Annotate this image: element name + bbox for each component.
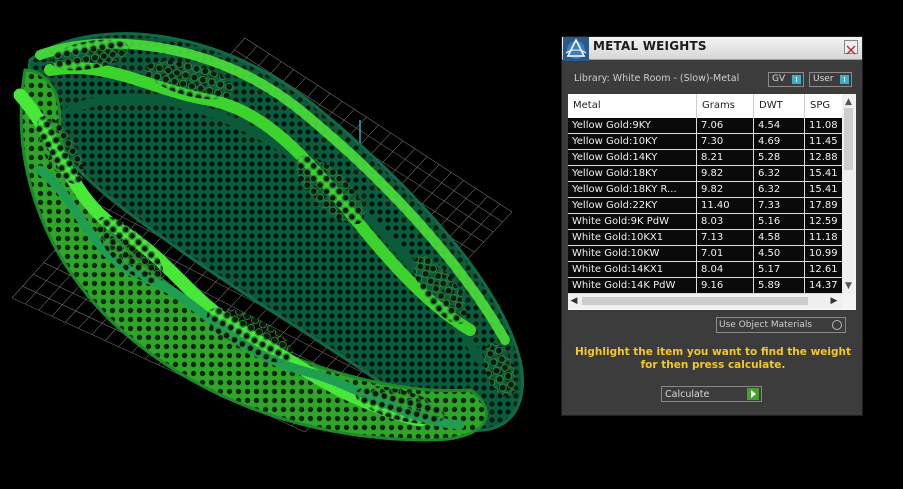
cell-grams: 9.82 xyxy=(697,166,754,181)
table-row[interactable]: Yellow Gold:18KY 9.82 6.32 15.41 xyxy=(568,166,842,182)
cell-dwt: 4.69 xyxy=(754,134,805,149)
instruction-text: Highlight the item you want to find the … xyxy=(570,346,856,372)
calculate-label: Calculate xyxy=(665,389,710,400)
cell-metal: White Gold:14KX1 xyxy=(568,262,697,277)
panel-title: METAL WEIGHTS xyxy=(593,39,707,53)
use-object-materials-label: Use Object Materials xyxy=(719,320,813,330)
cell-spg: 15.41 xyxy=(805,182,842,197)
bangle-model[interactable] xyxy=(13,32,524,442)
cell-dwt: 5.17 xyxy=(754,262,805,277)
cell-dwt: 5.16 xyxy=(754,214,805,229)
column-header-metal[interactable]: Metal xyxy=(568,94,697,118)
table-header: Metal Grams DWT SPG xyxy=(568,94,854,118)
cell-metal: White Gold:9K PdW xyxy=(568,214,697,229)
cell-metal: Yellow Gold:9KY xyxy=(568,118,697,133)
library-label: Library: White Room - (Slow)-Metal xyxy=(574,73,740,84)
cell-dwt: 7.33 xyxy=(754,198,805,213)
radio-icon[interactable] xyxy=(832,320,842,330)
cell-spg: 12.88 xyxy=(805,150,842,165)
column-header-grams[interactable]: Grams xyxy=(697,94,754,118)
cell-dwt: 4.54 xyxy=(754,118,805,133)
cell-metal: Yellow Gold:18KY xyxy=(568,166,697,181)
cell-dwt: 6.32 xyxy=(754,166,805,181)
gv-toggle-label: GV xyxy=(772,74,786,84)
table-body: Yellow Gold:9KY 7.06 4.54 11.08 Yellow Gold:… xyxy=(568,118,842,294)
column-header-dwt[interactable]: DWT xyxy=(754,94,805,118)
cell-grams: 8.21 xyxy=(697,150,754,165)
cell-dwt: 5.89 xyxy=(754,278,805,293)
calculate-button[interactable]: Calculate xyxy=(661,386,762,402)
cell-metal: Yellow Gold:18KY R... xyxy=(568,182,697,197)
cell-metal: Yellow Gold:22KY xyxy=(568,198,697,213)
cell-metal: Yellow Gold:10KY xyxy=(568,134,697,149)
play-icon xyxy=(747,388,759,400)
gv-toggle[interactable]: GV xyxy=(768,72,804,87)
table-row[interactable]: White Gold:14K PdW 9.16 5.89 14.37 xyxy=(568,278,842,294)
cell-metal: White Gold:10KW xyxy=(568,246,697,261)
vertical-scrollbar[interactable]: ▲ ▼ xyxy=(842,94,855,294)
horizontal-scroll-thumb[interactable] xyxy=(582,297,808,305)
cell-spg: 17.89 xyxy=(805,198,842,213)
viewport-canvas[interactable] xyxy=(0,0,560,485)
triangle-logo-icon xyxy=(563,37,589,61)
cell-spg: 15.41 xyxy=(805,166,842,181)
cell-metal: White Gold:10KX1 xyxy=(568,230,697,245)
cell-spg: 14.37 xyxy=(805,278,842,293)
vertical-scroll-thumb[interactable] xyxy=(844,108,853,170)
metal-table[interactable]: Metal Grams DWT SPG Yellow Gold:9KY 7.06 4… xyxy=(568,94,856,310)
3d-viewport[interactable] xyxy=(0,0,560,485)
scroll-up-icon[interactable]: ▲ xyxy=(842,96,855,108)
toggle-knob-icon xyxy=(840,75,849,84)
table-row[interactable]: Yellow Gold:18KY R... 9.82 6.32 15.41 xyxy=(568,182,842,198)
table-row[interactable]: Yellow Gold:14KY 8.21 5.28 12.88 xyxy=(568,150,842,166)
table-row[interactable]: White Gold:14KX1 8.04 5.17 12.61 xyxy=(568,262,842,278)
cell-spg: 11.08 xyxy=(805,118,842,133)
table-row[interactable]: Yellow Gold:22KY 11.40 7.33 17.89 xyxy=(568,198,842,214)
cell-spg: 10.99 xyxy=(805,246,842,261)
table-row[interactable]: Yellow Gold:9KY 7.06 4.54 11.08 xyxy=(568,118,842,134)
cell-dwt: 4.50 xyxy=(754,246,805,261)
scroll-left-icon[interactable]: ◀ xyxy=(568,294,580,308)
cell-grams: 7.13 xyxy=(697,230,754,245)
cell-dwt: 4.58 xyxy=(754,230,805,245)
cell-grams: 7.06 xyxy=(697,118,754,133)
metal-weights-panel: METAL WEIGHTS Library: White Room - (Slo… xyxy=(561,36,863,416)
cell-grams: 7.01 xyxy=(697,246,754,261)
cell-spg: 12.59 xyxy=(805,214,842,229)
toggle-knob-icon xyxy=(792,75,801,84)
table-row[interactable]: White Gold:9K PdW 8.03 5.16 12.59 xyxy=(568,214,842,230)
scroll-down-icon[interactable]: ▼ xyxy=(842,280,855,292)
cell-metal: White Gold:14K PdW xyxy=(568,278,697,293)
cell-grams: 8.03 xyxy=(697,214,754,229)
table-row[interactable]: White Gold:10KW 7.01 4.50 10.99 xyxy=(568,246,842,262)
cell-dwt: 6.32 xyxy=(754,182,805,197)
scroll-right-icon[interactable]: ▶ xyxy=(828,294,840,308)
user-toggle-label: User xyxy=(813,74,834,84)
table-row[interactable]: Yellow Gold:10KY 7.30 4.69 11.45 xyxy=(568,134,842,150)
cell-grams: 8.04 xyxy=(697,262,754,277)
cell-spg: 11.45 xyxy=(805,134,842,149)
cell-metal: Yellow Gold:14KY xyxy=(568,150,697,165)
use-object-materials-option[interactable]: Use Object Materials xyxy=(716,317,846,333)
column-header-spg[interactable]: SPG xyxy=(805,94,845,118)
table-row[interactable]: White Gold:10KX1 7.13 4.58 11.18 xyxy=(568,230,842,246)
panel-titlebar[interactable]: METAL WEIGHTS xyxy=(562,37,862,61)
cell-spg: 12.61 xyxy=(805,262,842,277)
cell-grams: 9.82 xyxy=(697,182,754,197)
user-toggle[interactable]: User xyxy=(809,72,852,87)
instruction-line-2: for then press calculate. xyxy=(640,359,786,371)
horizontal-scrollbar[interactable]: ◀ ▶ xyxy=(568,294,842,308)
close-button[interactable] xyxy=(844,40,858,55)
cell-grams: 9.16 xyxy=(697,278,754,293)
cell-grams: 7.30 xyxy=(697,134,754,149)
cell-spg: 11.18 xyxy=(805,230,842,245)
close-icon xyxy=(846,45,856,55)
instruction-line-1: Highlight the item you want to find the … xyxy=(575,346,851,358)
cell-grams: 11.40 xyxy=(697,198,754,213)
cell-dwt: 5.28 xyxy=(754,150,805,165)
